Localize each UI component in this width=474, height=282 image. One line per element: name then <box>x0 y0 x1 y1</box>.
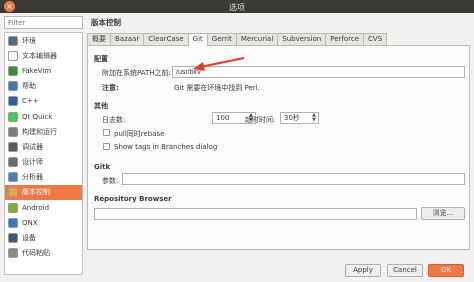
git-settings-panel: 配置 附加在系统PATH之前: 注意: Git 需要在环境中找到 Perl. 其… <box>87 45 470 250</box>
gitk-args-label: 参数: <box>102 177 119 185</box>
category-icon <box>8 172 18 183</box>
sidebar-item[interactable]: FakeVim <box>5 63 82 78</box>
sidebar-item[interactable]: 代码粘贴 <box>5 246 82 261</box>
category-icon <box>8 111 18 122</box>
config-heading: 配置 <box>94 55 108 63</box>
tab[interactable]: Subversion <box>277 33 327 45</box>
category-icon <box>8 248 18 259</box>
category-icon <box>8 65 18 76</box>
path-input[interactable] <box>172 66 465 78</box>
category-icon <box>8 35 18 46</box>
sidebar-item[interactable]: 调试器 <box>5 139 82 154</box>
sidebar-item-label: 调试器 <box>22 142 43 151</box>
sidebar-item-label: 设备 <box>22 234 36 243</box>
sidebar-item[interactable]: Android <box>5 200 82 215</box>
sidebar-item-label: 构建和运行 <box>22 127 57 136</box>
sidebar-item[interactable]: 帮助 <box>5 79 82 94</box>
sidebar-item[interactable]: C++ <box>5 94 82 109</box>
sidebar-item-label: FakeVim <box>22 66 52 75</box>
pull-rebase-checkbox[interactable] <box>103 129 110 136</box>
sidebar-item-label: 帮助 <box>22 82 36 91</box>
sidebar-item[interactable]: QNX <box>5 215 82 230</box>
category-icon <box>8 233 18 244</box>
sidebar-item[interactable]: 构建和运行 <box>5 124 82 139</box>
misc-heading: 其他 <box>94 102 108 110</box>
gitk-args-input[interactable] <box>122 173 465 185</box>
gitk-heading: Gitk <box>94 163 111 171</box>
sidebar-item[interactable]: Qt Quick <box>5 109 82 124</box>
sidebar-item-label: 文本编辑器 <box>22 51 57 60</box>
browse-button[interactable]: 浏览... <box>421 207 465 220</box>
show-tags-checkbox[interactable] <box>103 143 110 150</box>
sidebar-item-label: C++ <box>22 97 39 106</box>
sidebar-item-label: 分析器 <box>22 173 43 182</box>
sidebar-item-label: Android <box>22 203 50 212</box>
tab-bar: 概要 Bazaar ClearCase Git Gerrit Mercurial Subve… <box>87 33 470 46</box>
ok-button[interactable]: OK <box>428 264 464 277</box>
spin-arrows-icon[interactable]: ▲ ▼ <box>312 113 316 123</box>
sidebar-item-label: Qt Quick <box>22 112 53 121</box>
tab[interactable]: Perforce <box>325 33 365 45</box>
timeout-spinbox[interactable]: 30秒 ▲ ▼ <box>280 112 319 124</box>
sidebar-item[interactable]: 文本编辑器 <box>5 48 82 63</box>
timeout-value: 30秒 <box>284 114 300 122</box>
cancel-button[interactable]: Cancel <box>387 264 423 277</box>
sidebar: 环境文本编辑器 FakeVim 帮助 C++ Qt Quick 构建和运行调试器设计师分析… <box>4 16 83 278</box>
category-icon <box>8 202 18 213</box>
sidebar-item[interactable]: 环境 <box>5 33 82 48</box>
sidebar-item-label: 版本控制 <box>22 188 50 197</box>
tab[interactable]: Gerrit <box>206 33 237 45</box>
filter-input[interactable] <box>4 16 83 29</box>
window-titlebar: × 选项 <box>0 0 474 13</box>
sidebar-item[interactable]: 设计师 <box>5 155 82 170</box>
pull-rebase-label: pull同时rebase <box>114 130 165 138</box>
apply-button[interactable]: Apply <box>345 264 381 277</box>
category-icon <box>8 157 18 168</box>
sidebar-item-label: 环境 <box>22 36 36 45</box>
window-title: 选项 <box>229 3 245 12</box>
main-content: 版本控制 概要 Bazaar ClearCase Git Gerrit Mercurial… <box>87 16 470 278</box>
note-text: Git 需要在环境中找到 Perl. <box>174 84 260 92</box>
sidebar-item[interactable]: 版本控制 <box>5 184 82 201</box>
repo-browser-input[interactable] <box>94 208 417 220</box>
sidebar-item-label: 设计师 <box>22 158 43 167</box>
category-icon <box>8 50 18 61</box>
tab[interactable]: 概要 <box>87 33 111 45</box>
sidebar-item[interactable]: 设备 <box>5 230 82 245</box>
tab[interactable]: Mercurial <box>235 33 279 45</box>
tab[interactable]: CVS <box>363 33 388 45</box>
category-icon <box>8 217 18 228</box>
sidebar-item[interactable]: 分析器 <box>5 170 82 185</box>
sidebar-item-label: QNX <box>22 218 38 227</box>
category-icon <box>8 126 18 137</box>
tab[interactable]: Git <box>187 33 208 46</box>
timeout-label: 超时时间: <box>245 116 276 124</box>
note-label: 注意: <box>102 84 119 92</box>
log-count-label: 日志数: <box>102 116 126 124</box>
log-count-value: 100 <box>216 114 230 122</box>
page-title: 版本控制 <box>91 18 121 27</box>
show-tags-label: Show tags in Branches dialog <box>114 143 218 151</box>
path-label: 附加在系统PATH之前: <box>102 69 171 77</box>
category-icon <box>8 96 18 107</box>
tab[interactable]: Bazaar <box>110 33 145 45</box>
category-list: 环境文本编辑器 FakeVim 帮助 C++ Qt Quick 构建和运行调试器设计师分析… <box>4 32 83 275</box>
sidebar-item-label: 代码粘贴 <box>22 249 50 258</box>
repo-browser-heading: Repository Browser <box>94 195 172 203</box>
tab[interactable]: ClearCase <box>143 33 189 45</box>
category-icon <box>8 187 18 198</box>
category-icon <box>8 141 18 152</box>
category-icon <box>8 81 18 92</box>
